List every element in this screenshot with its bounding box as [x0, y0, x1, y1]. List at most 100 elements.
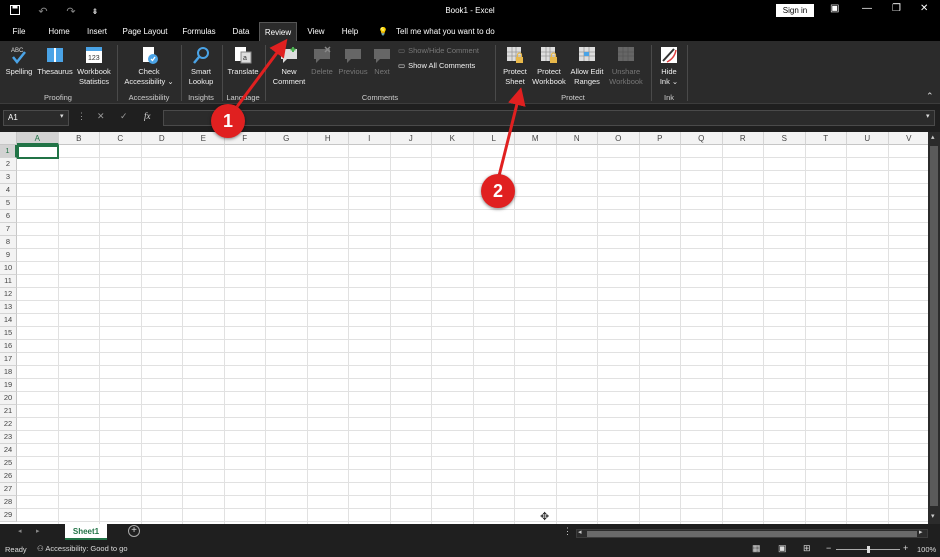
row-header[interactable]: 21 [0, 405, 17, 418]
column-header[interactable]: L [473, 132, 515, 145]
tab-insert[interactable]: Insert [82, 22, 112, 41]
scroll-up-icon[interactable]: ▴ [931, 133, 935, 141]
vertical-scroll-thumb[interactable] [930, 146, 938, 506]
page-break-view-icon[interactable]: ⊞ [803, 543, 811, 554]
confirm-entry-icon[interactable]: ✓ [120, 111, 128, 122]
select-all-corner[interactable] [0, 132, 17, 145]
hide-ink-button[interactable]: Hide Ink ⌄ [654, 45, 684, 87]
next-sheet-icon[interactable]: ▸ [36, 527, 40, 535]
tab-file[interactable]: File [8, 22, 30, 41]
show-all-comments-button[interactable]: ▭ Show All Comments [398, 61, 475, 70]
row-header[interactable]: 7 [0, 223, 17, 236]
tab-home[interactable]: Home [44, 22, 74, 41]
horizontal-scrollbar[interactable]: ◂ ▸ [576, 529, 928, 538]
column-header[interactable]: T [805, 132, 847, 145]
minimize-icon[interactable]: — [862, 3, 872, 14]
column-header[interactable]: U [847, 132, 889, 145]
row-header[interactable]: 29 [0, 509, 17, 522]
normal-view-icon[interactable]: ▦ [752, 543, 761, 554]
scroll-down-icon[interactable]: ▾ [931, 512, 935, 520]
column-header[interactable]: A [17, 132, 59, 145]
insert-function-icon[interactable]: fx [144, 111, 151, 121]
delete-comment-button[interactable]: Delete [308, 45, 336, 77]
previous-comment-button[interactable]: Previous [337, 45, 369, 77]
next-comment-button[interactable]: Next [370, 45, 394, 77]
undo-icon[interactable]: ↶ [36, 5, 50, 18]
name-box-dropdown-icon[interactable]: ▾ [60, 112, 64, 120]
row-header[interactable]: 9 [0, 249, 17, 262]
scroll-left-icon[interactable]: ◂ [578, 528, 582, 536]
row-header[interactable]: 24 [0, 444, 17, 457]
row-header[interactable]: 23 [0, 431, 17, 444]
tab-page-layout[interactable]: Page Layout [120, 22, 170, 41]
protect-workbook-button[interactable]: Protect Workbook [530, 45, 568, 87]
row-header[interactable]: 18 [0, 366, 17, 379]
row-header[interactable]: 6 [0, 210, 17, 223]
row-header[interactable]: 28 [0, 496, 17, 509]
restore-icon[interactable]: ❐ [892, 3, 901, 14]
vertical-scrollbar[interactable]: ▴ ▾ [928, 132, 940, 524]
thesaurus-button[interactable]: Thesaurus [36, 45, 74, 77]
tab-data[interactable]: Data [228, 22, 254, 41]
row-header[interactable]: 25 [0, 457, 17, 470]
workbook-statistics-button[interactable]: 123 Workbook Statistics [74, 45, 114, 87]
save-icon[interactable] [8, 4, 22, 18]
active-cell-a1[interactable] [17, 145, 59, 159]
ribbon-display-icon[interactable]: ▣ [830, 3, 839, 14]
cancel-entry-icon[interactable]: ✕ [97, 111, 105, 122]
more-options-icon[interactable]: ⋮ [77, 111, 86, 122]
row-header[interactable]: 3 [0, 171, 17, 184]
row-header[interactable]: 26 [0, 470, 17, 483]
column-header[interactable]: V [888, 132, 928, 145]
horizontal-scroll-thumb[interactable] [587, 531, 917, 537]
zoom-in-button[interactable]: + [903, 543, 908, 553]
tab-review[interactable]: Review [259, 22, 297, 41]
zoom-slider-thumb[interactable] [867, 546, 870, 553]
sheet-tab-sheet1[interactable]: Sheet1 [65, 524, 107, 540]
row-header[interactable]: 17 [0, 353, 17, 366]
row-header[interactable]: 8 [0, 236, 17, 249]
tab-help[interactable]: Help [337, 22, 363, 41]
row-header[interactable]: 13 [0, 301, 17, 314]
column-header[interactable]: O [598, 132, 640, 145]
column-header[interactable]: B [58, 132, 100, 145]
column-header[interactable]: J [390, 132, 432, 145]
zoom-out-button[interactable]: − [826, 543, 831, 553]
collapse-ribbon-icon[interactable]: ⌃ [926, 91, 934, 102]
row-header[interactable]: 19 [0, 379, 17, 392]
tab-view[interactable]: View [303, 22, 329, 41]
row-header[interactable]: 5 [0, 197, 17, 210]
scroll-right-icon[interactable]: ▸ [919, 528, 923, 536]
new-comment-button[interactable]: New Comment [268, 45, 310, 87]
customize-icon[interactable]: ⇟ [88, 7, 102, 16]
prev-sheet-icon[interactable]: ◂ [18, 527, 22, 535]
translate-button[interactable]: a Translate [225, 45, 261, 77]
row-header[interactable]: 27 [0, 483, 17, 496]
row-header[interactable]: 22 [0, 418, 17, 431]
column-header[interactable]: C [100, 132, 142, 145]
column-header[interactable]: S [764, 132, 806, 145]
column-header[interactable]: D [141, 132, 183, 145]
formula-input[interactable] [163, 110, 935, 126]
zoom-slider[interactable] [836, 546, 900, 553]
column-header[interactable]: H [307, 132, 349, 145]
redo-icon[interactable]: ↷ [64, 5, 78, 18]
row-header[interactable]: 2 [0, 158, 17, 171]
row-header[interactable]: 4 [0, 184, 17, 197]
tab-split-handle[interactable]: ⋮ [563, 526, 572, 537]
column-header[interactable]: R [722, 132, 764, 145]
smart-lookup-button[interactable]: Smart Lookup [184, 45, 218, 87]
close-icon[interactable]: ✕ [920, 3, 928, 14]
show-hide-comment-button[interactable]: ▭ Show/Hide Comment [398, 46, 479, 55]
expand-formula-bar-icon[interactable]: ▾ [926, 112, 930, 120]
accessibility-status[interactable]: ⚇ Accessibility: Good to go [37, 544, 128, 553]
tab-formulas[interactable]: Formulas [180, 22, 218, 41]
unshare-workbook-button[interactable]: Unshare Workbook [607, 45, 645, 87]
row-header[interactable]: 15 [0, 327, 17, 340]
check-accessibility-button[interactable]: Check Accessibility ⌄ [122, 45, 176, 87]
column-header[interactable]: N [556, 132, 598, 145]
sign-in-button[interactable]: Sign in [776, 4, 814, 17]
row-header[interactable]: 20 [0, 392, 17, 405]
tell-me-search[interactable]: 💡 Tell me what you want to do [378, 22, 495, 41]
column-header[interactable]: I [349, 132, 391, 145]
